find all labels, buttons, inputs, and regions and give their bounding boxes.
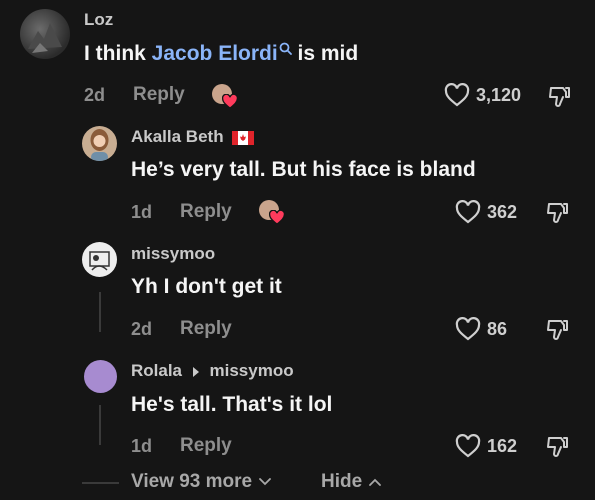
like-count: 162 [487, 436, 518, 456]
reply-button[interactable]: Reply [180, 318, 232, 340]
hide-label[interactable]: Hide [321, 471, 362, 492]
comment-author[interactable]: missymoo [131, 244, 215, 264]
comment-text: He’s very tall. But his face is bland [131, 158, 476, 181]
avatar-rolala[interactable] [84, 360, 117, 393]
reply-to-name[interactable]: missymoo [210, 361, 294, 380]
author-name[interactable]: Rolala [131, 361, 182, 380]
comment-text-part: I think [84, 42, 152, 65]
avatar-missymoo[interactable] [82, 242, 117, 277]
like-heart-icon[interactable] [455, 317, 481, 341]
reply-button[interactable]: Reply [133, 84, 185, 106]
search-link[interactable]: Jacob Elordi [152, 42, 278, 65]
comment-text: Yh I don't get it [131, 275, 282, 298]
dislike-icon[interactable] [546, 200, 570, 224]
like-heart-icon[interactable] [455, 434, 481, 458]
comment-age: 1d [131, 436, 153, 456]
thread-line [99, 292, 101, 332]
thread-line [99, 405, 101, 445]
like-count: 86 [487, 319, 508, 339]
divider [82, 482, 119, 484]
creator-liked-badge [259, 200, 287, 226]
author-name[interactable]: Akalla Beth [131, 127, 224, 146]
dislike-icon[interactable] [546, 317, 570, 341]
reply-arrow-icon [191, 366, 201, 378]
comment-text: I think Jacob Elordi is mid [84, 42, 358, 66]
chevron-up-icon [369, 478, 382, 486]
dislike-icon[interactable] [548, 84, 572, 108]
comment-author[interactable]: Rolala missymoo [131, 361, 294, 381]
heart-icon [222, 94, 238, 109]
view-more-label[interactable]: View 93 more [131, 471, 252, 492]
like-count: 362 [487, 202, 518, 222]
chevron-down-icon [259, 478, 272, 486]
comment-author[interactable]: Loz [84, 10, 113, 30]
view-more-replies-button[interactable]: View 93 more [131, 471, 272, 493]
search-icon[interactable] [279, 42, 292, 55]
hide-replies-button[interactable]: Hide [321, 471, 382, 493]
reply-button[interactable]: Reply [180, 435, 232, 457]
like-count: 3,120 [476, 85, 522, 105]
reply-button[interactable]: Reply [180, 201, 232, 223]
like-heart-icon[interactable] [444, 83, 470, 107]
comment-age: 2d [84, 85, 106, 105]
comment-age: 2d [131, 319, 153, 339]
creator-liked-badge [212, 84, 240, 110]
canada-flag-icon [232, 130, 255, 145]
comment-author[interactable]: Akalla Beth [131, 127, 255, 147]
comment-age: 1d [131, 202, 153, 222]
heart-icon [269, 210, 285, 225]
avatar-loz[interactable] [20, 9, 70, 59]
comment-text: He's tall. That's it lol [131, 393, 333, 416]
like-heart-icon[interactable] [455, 200, 481, 224]
comment-text-part: is mid [291, 42, 359, 65]
avatar-akalla-beth[interactable] [82, 126, 117, 161]
dislike-icon[interactable] [546, 434, 570, 458]
